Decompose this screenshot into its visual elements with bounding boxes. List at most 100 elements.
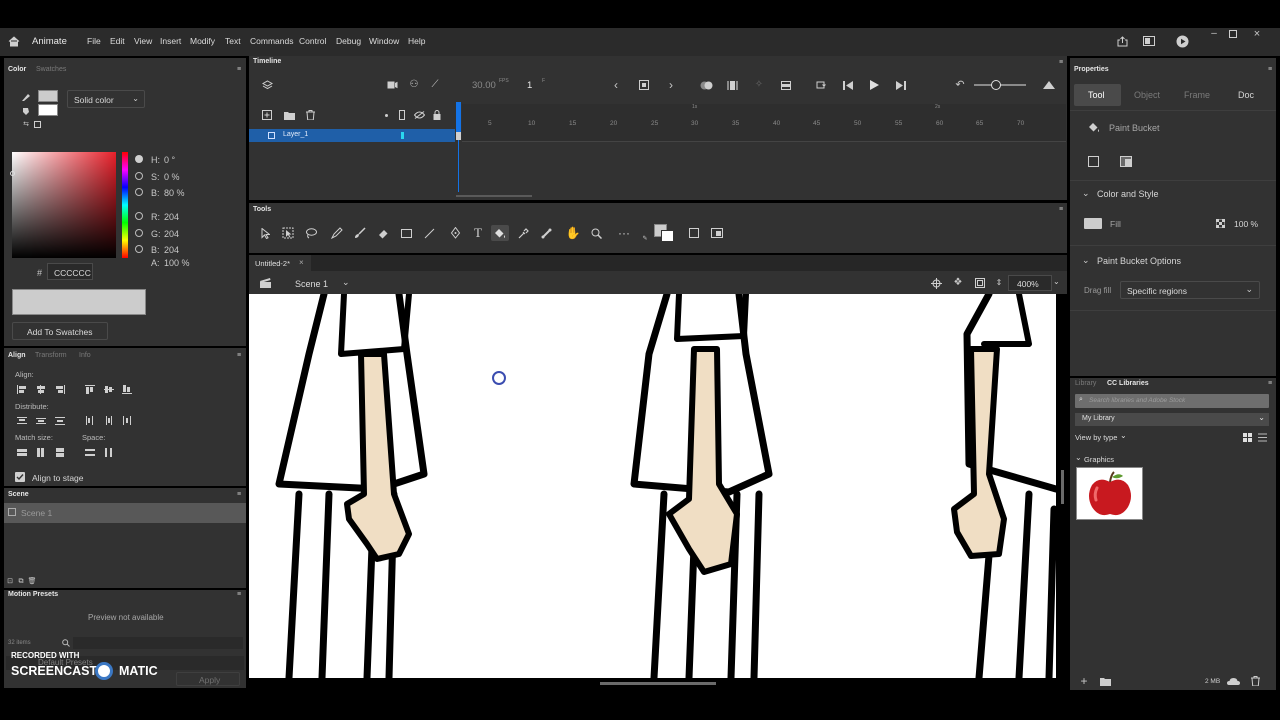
menu-text[interactable]: Text xyxy=(225,36,241,46)
zoom-slider[interactable] xyxy=(974,80,1026,90)
hue-slider[interactable] xyxy=(122,152,128,258)
insert-blank-icon[interactable] xyxy=(780,79,792,91)
stage-scrollbar-v[interactable] xyxy=(1061,470,1064,504)
insert-keyframe-icon[interactable] xyxy=(638,79,650,91)
loop-icon[interactable] xyxy=(814,79,826,91)
new-folder-icon[interactable] xyxy=(283,109,295,121)
library-folder-icon[interactable] xyxy=(1099,676,1111,686)
home-icon[interactable] xyxy=(6,34,22,48)
library-search-input[interactable]: ⌕ Search libraries and Adobe Stock xyxy=(1075,394,1269,408)
alpha-value[interactable]: 100 % xyxy=(164,258,190,268)
close-window-icon[interactable]: × xyxy=(1250,28,1264,40)
h-value[interactable]: 0 ° xyxy=(164,155,175,165)
timeline-scrollbar[interactable] xyxy=(456,195,532,197)
graphics-group-label[interactable]: Graphics xyxy=(1084,455,1114,464)
g-value[interactable]: 204 xyxy=(164,229,179,239)
doc-tab-close-icon[interactable]: × xyxy=(299,258,304,267)
search-icon[interactable] xyxy=(61,638,71,648)
undo-icon[interactable]: ↶ xyxy=(954,79,966,91)
screen-mode-icon[interactable] xyxy=(1142,34,1156,48)
color-style-heading[interactable]: Color and Style xyxy=(1097,189,1159,199)
scene-dropdown-icon[interactable]: ⌄ xyxy=(342,277,350,288)
distribute-bottom-icon[interactable] xyxy=(55,416,65,425)
tab-color[interactable]: Color xyxy=(8,66,26,73)
fill-type-dropdown[interactable]: Solid color ⌄ xyxy=(67,90,145,108)
panel-menu-icon[interactable]: ≡ xyxy=(235,65,243,73)
tab-doc[interactable]: Doc xyxy=(1238,90,1254,100)
bucket-options-heading[interactable]: Paint Bucket Options xyxy=(1097,256,1181,266)
menu-window[interactable]: Window xyxy=(369,36,399,46)
menu-debug[interactable]: Debug xyxy=(336,36,361,46)
rotate-stage-icon[interactable]: ⇕ xyxy=(995,276,1003,290)
bl-radio[interactable] xyxy=(135,245,143,253)
hand-tool-icon[interactable]: ✋ xyxy=(564,225,582,241)
menu-control[interactable]: Control xyxy=(299,36,326,46)
eraser-tool-icon[interactable] xyxy=(374,225,392,241)
layers-icon[interactable] xyxy=(261,79,273,91)
fps-value[interactable]: 30.00 xyxy=(472,80,496,91)
tab-cc-libraries[interactable]: CC Libraries xyxy=(1107,380,1149,387)
text-tool-icon[interactable]: T xyxy=(469,225,487,241)
doc-tab[interactable]: Untitled-2* × xyxy=(249,255,311,271)
tab-info[interactable]: Info xyxy=(79,352,91,359)
line-tool-icon[interactable] xyxy=(420,225,438,241)
stroke-swatch[interactable] xyxy=(38,90,58,102)
add-scene-icon[interactable]: ⊡ xyxy=(6,577,14,585)
add-to-swatches-button[interactable]: Add To Swatches xyxy=(12,322,108,340)
match-size-icon[interactable] xyxy=(55,448,65,457)
default-colors-icon[interactable] xyxy=(34,121,41,128)
object-drawing-toggle[interactable] xyxy=(1088,156,1099,167)
brush-tool-icon[interactable] xyxy=(351,225,369,241)
stroke-color-icon[interactable] xyxy=(20,92,32,102)
align-middle-v-icon[interactable] xyxy=(104,385,114,394)
panel-menu-icon[interactable]: ≡ xyxy=(1057,58,1065,66)
blue-value[interactable]: 204 xyxy=(164,245,179,255)
chevron-down-icon[interactable]: ⌄ xyxy=(1082,188,1090,199)
menu-commands[interactable]: Commands xyxy=(250,36,293,46)
stage[interactable] xyxy=(249,294,1056,678)
list-view-icon[interactable] xyxy=(1257,432,1267,442)
onion-skin-icon[interactable] xyxy=(699,79,713,91)
tween-icon[interactable]: ✧ xyxy=(753,79,765,91)
eye-off-icon[interactable] xyxy=(413,109,425,121)
grid-view-icon[interactable] xyxy=(1242,432,1252,442)
zoom-tool-icon[interactable] xyxy=(587,225,605,241)
selection-tool-icon[interactable] xyxy=(256,225,274,241)
playhead[interactable] xyxy=(456,102,461,132)
align-center-h-icon[interactable] xyxy=(36,385,46,394)
share-icon[interactable] xyxy=(1115,34,1129,48)
clip-icon[interactable] xyxy=(974,277,986,289)
new-layer-icon[interactable] xyxy=(261,109,273,121)
graphic-thumbnail[interactable] xyxy=(1076,467,1143,520)
lasso-tool-icon[interactable] xyxy=(302,225,320,241)
pen-tool-icon[interactable] xyxy=(446,225,464,241)
s-value[interactable]: 0 % xyxy=(164,172,180,182)
frame-value[interactable]: 1 xyxy=(527,80,532,91)
align-bottom-icon[interactable] xyxy=(122,385,132,394)
zoom-slider-thumb[interactable] xyxy=(991,80,1001,90)
b-value[interactable]: 80 % xyxy=(164,188,185,198)
tab-library[interactable]: Library xyxy=(1075,380,1096,387)
graph-icon[interactable]: ⟋ xyxy=(429,79,441,91)
layer-frames-row[interactable] xyxy=(462,129,1066,142)
duplicate-scene-icon[interactable]: ⧉ xyxy=(17,577,25,585)
distribute-middle-icon[interactable] xyxy=(36,416,46,425)
view-by-chevron-icon[interactable]: ⌄ xyxy=(1120,431,1127,440)
align-to-stage-checkbox[interactable] xyxy=(15,472,25,482)
fill-color-icon[interactable] xyxy=(20,106,32,116)
tab-object[interactable]: Object xyxy=(1134,90,1160,100)
play-icon[interactable] xyxy=(868,79,880,91)
space-vertical-icon[interactable] xyxy=(85,448,95,457)
trash-icon[interactable] xyxy=(1250,676,1260,686)
panel-menu-icon[interactable]: ≡ xyxy=(1057,205,1065,213)
chevron-down-icon[interactable]: ⌄ xyxy=(1075,453,1082,462)
prev-keyframe-icon[interactable]: ‹ xyxy=(611,79,621,91)
delete-scene-icon[interactable]: 🗑 xyxy=(28,577,37,585)
library-select[interactable]: My Library ⌄ xyxy=(1075,413,1269,426)
edit-symbols-icon[interactable]: ❖ xyxy=(952,277,964,289)
align-left-icon[interactable] xyxy=(17,385,27,394)
scene-clapper-icon[interactable] xyxy=(259,277,271,289)
layer-color-tag[interactable] xyxy=(401,132,404,139)
panel-menu-icon[interactable]: ≡ xyxy=(1266,65,1274,73)
panel-menu-icon[interactable]: ≡ xyxy=(1266,379,1274,387)
